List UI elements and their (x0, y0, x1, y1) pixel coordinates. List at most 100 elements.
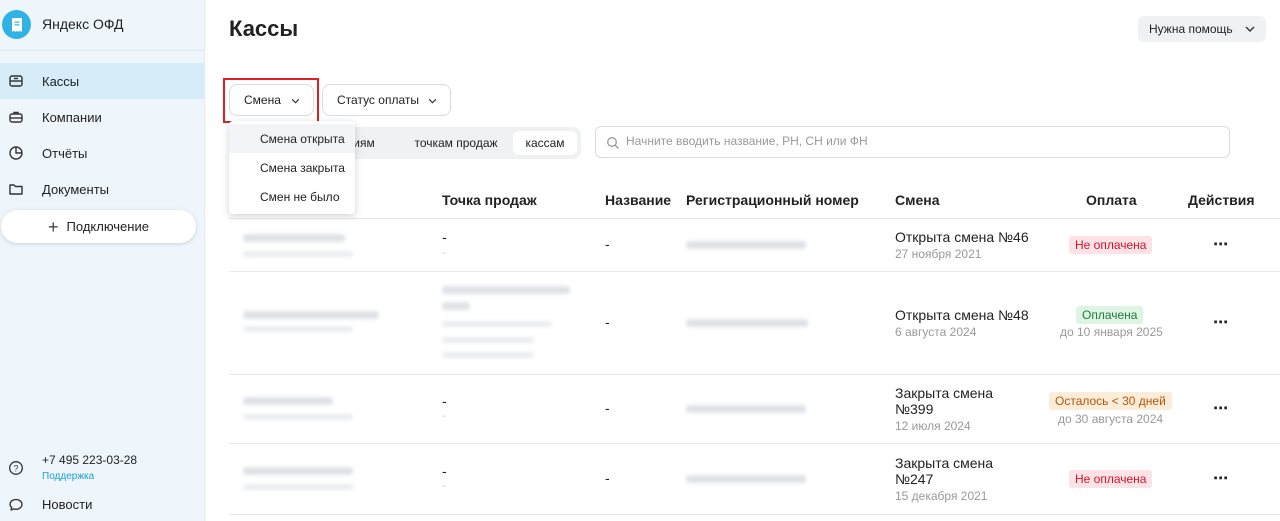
redacted-company-inn (243, 484, 353, 490)
search-box (595, 126, 1230, 158)
selection-highlight (223, 78, 319, 123)
sidebar-item-reports[interactable]: Отчёты (0, 135, 205, 171)
group-by-points-tab[interactable]: точкам продаж (400, 131, 512, 155)
shift-filter-dropdown: Смена открыта Смена закрыта Смен не было (229, 121, 355, 214)
receipt-logo-icon (2, 10, 31, 39)
column-header-payment[interactable]: Оплата (1086, 192, 1137, 208)
shift-status: Закрыта смена №247 (895, 455, 1035, 487)
shift-number: №399 (895, 401, 934, 417)
payment-status-label: Статус оплаты (337, 93, 419, 107)
cash-register-icon (9, 75, 23, 87)
shift-line: Открыта смена №48 (895, 307, 1029, 323)
support-link[interactable]: Поддержка (42, 471, 94, 482)
point-of-sale: - (442, 463, 447, 479)
payment-status-badge: Не оплачена (1069, 470, 1153, 488)
row-actions-button[interactable]: ⋯ (1213, 313, 1229, 331)
redacted-company-inn (243, 326, 353, 332)
point-address: - (442, 411, 446, 422)
column-header-reg-number[interactable]: Регистрационный номер (686, 192, 859, 208)
row-divider (229, 443, 1280, 444)
row-divider (229, 374, 1280, 375)
point-of-sale: - (442, 393, 447, 409)
sidebar-item-registers[interactable]: Кассы (0, 63, 205, 99)
column-header-actions: Действия (1188, 192, 1255, 208)
redacted-company-name (243, 234, 345, 242)
connect-button[interactable]: + Подключение (1, 210, 196, 243)
column-header-shift[interactable]: Смена (895, 192, 940, 208)
connect-label: Подключение (66, 219, 149, 234)
payment-valid-until: до 30 августа 2024 (1058, 412, 1164, 426)
redacted-company-inn (243, 251, 353, 257)
payment-status-badge: Не оплачена (1069, 236, 1153, 254)
redacted-reg-number (686, 241, 806, 249)
register-name: - (605, 400, 610, 416)
redacted-point-name (442, 302, 470, 310)
redacted-reg-number (686, 405, 806, 413)
redacted-point-name (442, 286, 570, 294)
payment-status-filter-button[interactable]: Статус оплаты (322, 84, 451, 116)
point-address: - (442, 481, 446, 492)
sidebar-item-label: Кассы (42, 73, 80, 89)
payment-status-badge: Осталось < 30 дней (1049, 392, 1172, 410)
help-button[interactable]: Нужна помощь (1138, 16, 1266, 42)
register-name: - (605, 314, 610, 330)
shift-date: 6 августа 2024 (895, 325, 977, 339)
sidebar: Яндекс ОФД Кассы Компании Отчёты Докумен… (0, 0, 205, 521)
register-name: - (605, 470, 610, 486)
payment-valid-until: до 10 января 2025 (1060, 325, 1163, 339)
shift-date: 27 ноября 2021 (895, 247, 982, 261)
pie-chart-icon (9, 146, 23, 160)
brand-name[interactable]: Яндекс ОФД (42, 16, 124, 32)
plus-icon: + (48, 216, 59, 237)
row-divider (229, 514, 1280, 515)
redacted-point-address (442, 337, 534, 343)
support-block: ? +7 495 223-03-28 Поддержка (0, 450, 205, 486)
point-address: - (442, 248, 446, 259)
row-divider (229, 271, 1280, 272)
support-phone[interactable]: +7 495 223-03-28 (42, 453, 137, 467)
question-circle-icon: ? (9, 461, 23, 475)
help-label: Нужна помощь (1149, 22, 1233, 36)
shift-line: Закрыта смена (895, 385, 994, 401)
shift-line: Открыта смена №46 (895, 229, 1029, 245)
column-header-name[interactable]: Название (605, 192, 671, 208)
row-actions-button[interactable]: ⋯ (1213, 469, 1229, 487)
sidebar-item-label: Отчёты (42, 145, 88, 161)
chevron-down-icon (428, 98, 437, 104)
shift-line: Закрыта смена (895, 455, 994, 471)
redacted-company-name (243, 397, 333, 405)
dropdown-option-no-shift[interactable]: Смен не было (229, 182, 355, 211)
brand-header: Яндекс ОФД (0, 0, 205, 51)
shift-status: Закрыта смена №399 (895, 385, 1035, 417)
sidebar-item-documents[interactable]: Документы (0, 171, 205, 207)
folder-icon (9, 184, 23, 195)
search-icon (607, 137, 619, 149)
row-actions-button[interactable]: ⋯ (1213, 235, 1229, 253)
chevron-down-icon (1245, 26, 1255, 32)
sidebar-item-companies[interactable]: Компании (0, 99, 205, 135)
row-actions-button[interactable]: ⋯ (1213, 399, 1229, 417)
dropdown-option-shift-open[interactable]: Смена открыта (229, 124, 355, 153)
header-divider (229, 218, 1280, 219)
shift-number: №247 (895, 471, 934, 487)
redacted-reg-number (686, 319, 808, 327)
shift-date: 15 декабря 2021 (895, 489, 988, 503)
redacted-point-address (442, 321, 552, 327)
redacted-company-name (243, 311, 379, 319)
payment-status-badge: Оплачена (1076, 306, 1144, 324)
chat-bubble-icon (9, 498, 23, 511)
redacted-company-name (243, 467, 353, 475)
register-name: - (605, 236, 610, 252)
column-header-point[interactable]: Точка продаж (442, 192, 537, 208)
page-title: Кассы (229, 16, 299, 41)
sidebar-item-label: Компании (42, 109, 102, 125)
news-link[interactable]: Новости (42, 497, 92, 512)
redacted-reg-number (686, 475, 806, 483)
search-input[interactable] (626, 134, 1216, 148)
shift-date: 12 июля 2024 (895, 419, 971, 433)
redacted-company-inn (243, 414, 353, 420)
point-of-sale: - (442, 229, 447, 245)
group-by-registers-tab[interactable]: кассам (513, 131, 577, 155)
svg-text:?: ? (13, 463, 18, 473)
dropdown-option-shift-closed[interactable]: Смена закрыта (229, 153, 355, 182)
